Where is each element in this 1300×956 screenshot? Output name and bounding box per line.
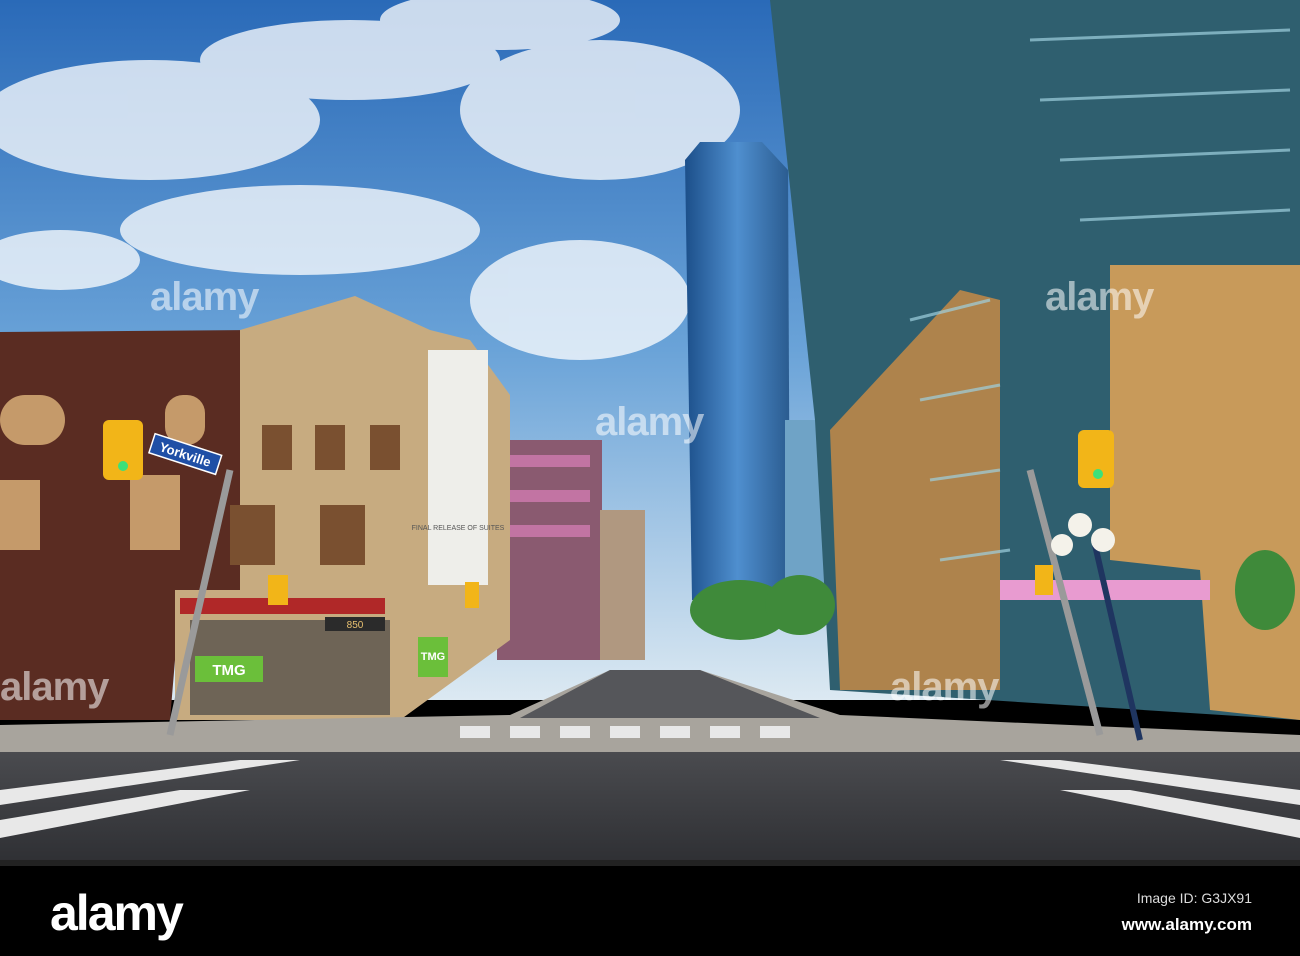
website-link[interactable]: www.alamy.com	[1122, 915, 1252, 935]
glass-tower	[685, 142, 790, 600]
watermark: alamy	[890, 665, 999, 709]
footer-bar: alamy Image ID: G3JX91 www.alamy.com	[0, 866, 1300, 956]
alamy-logo: alamy	[50, 885, 184, 941]
watermark: alamy	[0, 665, 109, 709]
pink-office-building	[497, 440, 602, 660]
billboard	[428, 350, 488, 585]
watermark: alamy	[595, 400, 704, 444]
image-id: Image ID: G3JX91	[1136, 890, 1252, 906]
billboard-text: FINAL RELEASE OF SUITES	[412, 525, 505, 532]
watermark: alamy	[150, 275, 259, 319]
tmg-sign-2: TMG	[421, 651, 445, 663]
traffic-light-right	[1078, 430, 1114, 488]
address-number: 850	[347, 620, 364, 631]
tmg-sign-1: TMG	[212, 662, 245, 679]
watermark: alamy	[1045, 275, 1154, 319]
